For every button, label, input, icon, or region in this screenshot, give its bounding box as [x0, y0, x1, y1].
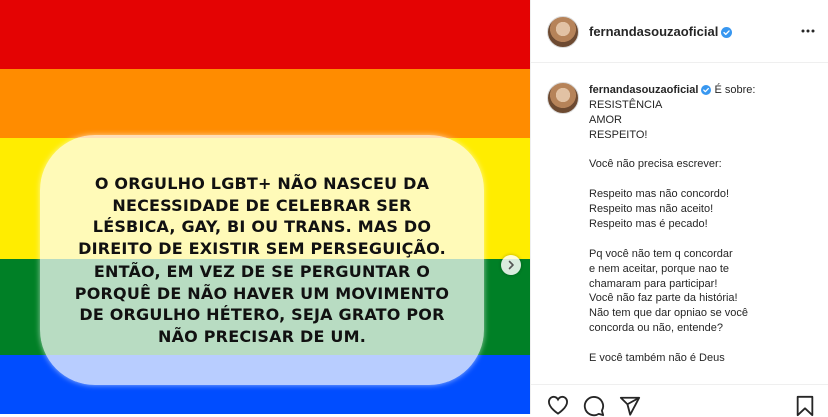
quote-line: DIREITO DE EXISTIR SEM PERSEGUIÇÃO. [78, 238, 446, 258]
more-horizontal-icon [801, 29, 815, 33]
post-image[interactable]: O ORGULHO LGBT+ NÃO NASCEU DA NECESSIDAD… [0, 0, 530, 414]
quote-line: DE ORGULHO HÉTERO, SEJA GRATO POR [79, 305, 445, 324]
caption-line: Respeito mas não concordo! [589, 188, 730, 201]
heart-icon[interactable] [547, 395, 569, 415]
caption-line: Não tem que dar opniao se você [589, 307, 748, 320]
chevron-right-icon [508, 260, 514, 270]
quote-card: O ORGULHO LGBT+ NÃO NASCEU DA NECESSIDAD… [40, 135, 484, 385]
caption-username[interactable]: fernandasouzaoficial [589, 84, 698, 96]
flag-stripe-red [0, 0, 530, 69]
caption-line: E você também não é Deus [589, 352, 725, 365]
caption-line: Respeito mas é pecado! [589, 218, 708, 231]
action-bar [531, 384, 828, 417]
header-username-text[interactable]: fernandasouzaoficial [589, 24, 718, 39]
quote-paragraph-2: ENTÃO, EM VEZ DE SE PERGUNTAR O PORQUÊ D… [40, 261, 484, 347]
quote-line: PORQUÊ DE NÃO HAVER UM MOVIMENTO [74, 283, 450, 303]
caption-line: AMOR [589, 113, 622, 126]
verified-badge-icon [721, 27, 733, 38]
caption-line: chamaram para participar! [589, 277, 718, 290]
quote-line: ENTÃO, EM VEZ DE SE PERGUNTAR O [93, 262, 431, 281]
caption-first-line: fernandasouzaoficial É sobre: [589, 83, 821, 98]
post-side-panel: fernandasouzaoficial fernandasouzaoficia… [530, 0, 828, 417]
caption-line: Você não precisa escrever: [589, 158, 722, 171]
caption-line: Pq você não tem q concordar [589, 247, 733, 260]
quote-line: NECESSIDADE DE CELEBRAR SER [112, 195, 412, 215]
caption-line: Você não faz parte da história! [589, 292, 738, 305]
avatar[interactable] [547, 16, 579, 48]
caption-line: concorda ou não, entende? [589, 322, 723, 335]
quote-line: O ORGULHO LGBT+ NÃO NASCEU DA [94, 174, 430, 193]
caption-line: RESISTÊNCIA [589, 98, 663, 111]
caption: fernandasouzaoficial É sobre: RESISTÊNCI… [589, 83, 821, 366]
caption-line: RESPEITO! [589, 128, 648, 141]
post-header: fernandasouzaoficial [531, 0, 828, 63]
quote-line: LÉSBICA, GAY, BI OU TRANS. MAS DO [92, 217, 432, 236]
next-image-button[interactable] [501, 255, 521, 275]
quote-line: NÃO PRECISAR DE UM. [158, 326, 366, 346]
flag-stripe-orange [0, 69, 530, 138]
quote-paragraph-1: O ORGULHO LGBT+ NÃO NASCEU DA NECESSIDAD… [40, 173, 484, 259]
caption-avatar[interactable] [547, 82, 579, 114]
more-options-button[interactable] [801, 20, 815, 38]
header-username[interactable]: fernandasouzaoficial [589, 24, 733, 39]
caption-intro-text: É sobre: [711, 84, 756, 96]
caption-line: e nem aceitar, porque nao te [589, 262, 730, 275]
verified-badge-icon [701, 85, 712, 95]
caption-line: Respeito mas não aceito! [589, 203, 714, 216]
